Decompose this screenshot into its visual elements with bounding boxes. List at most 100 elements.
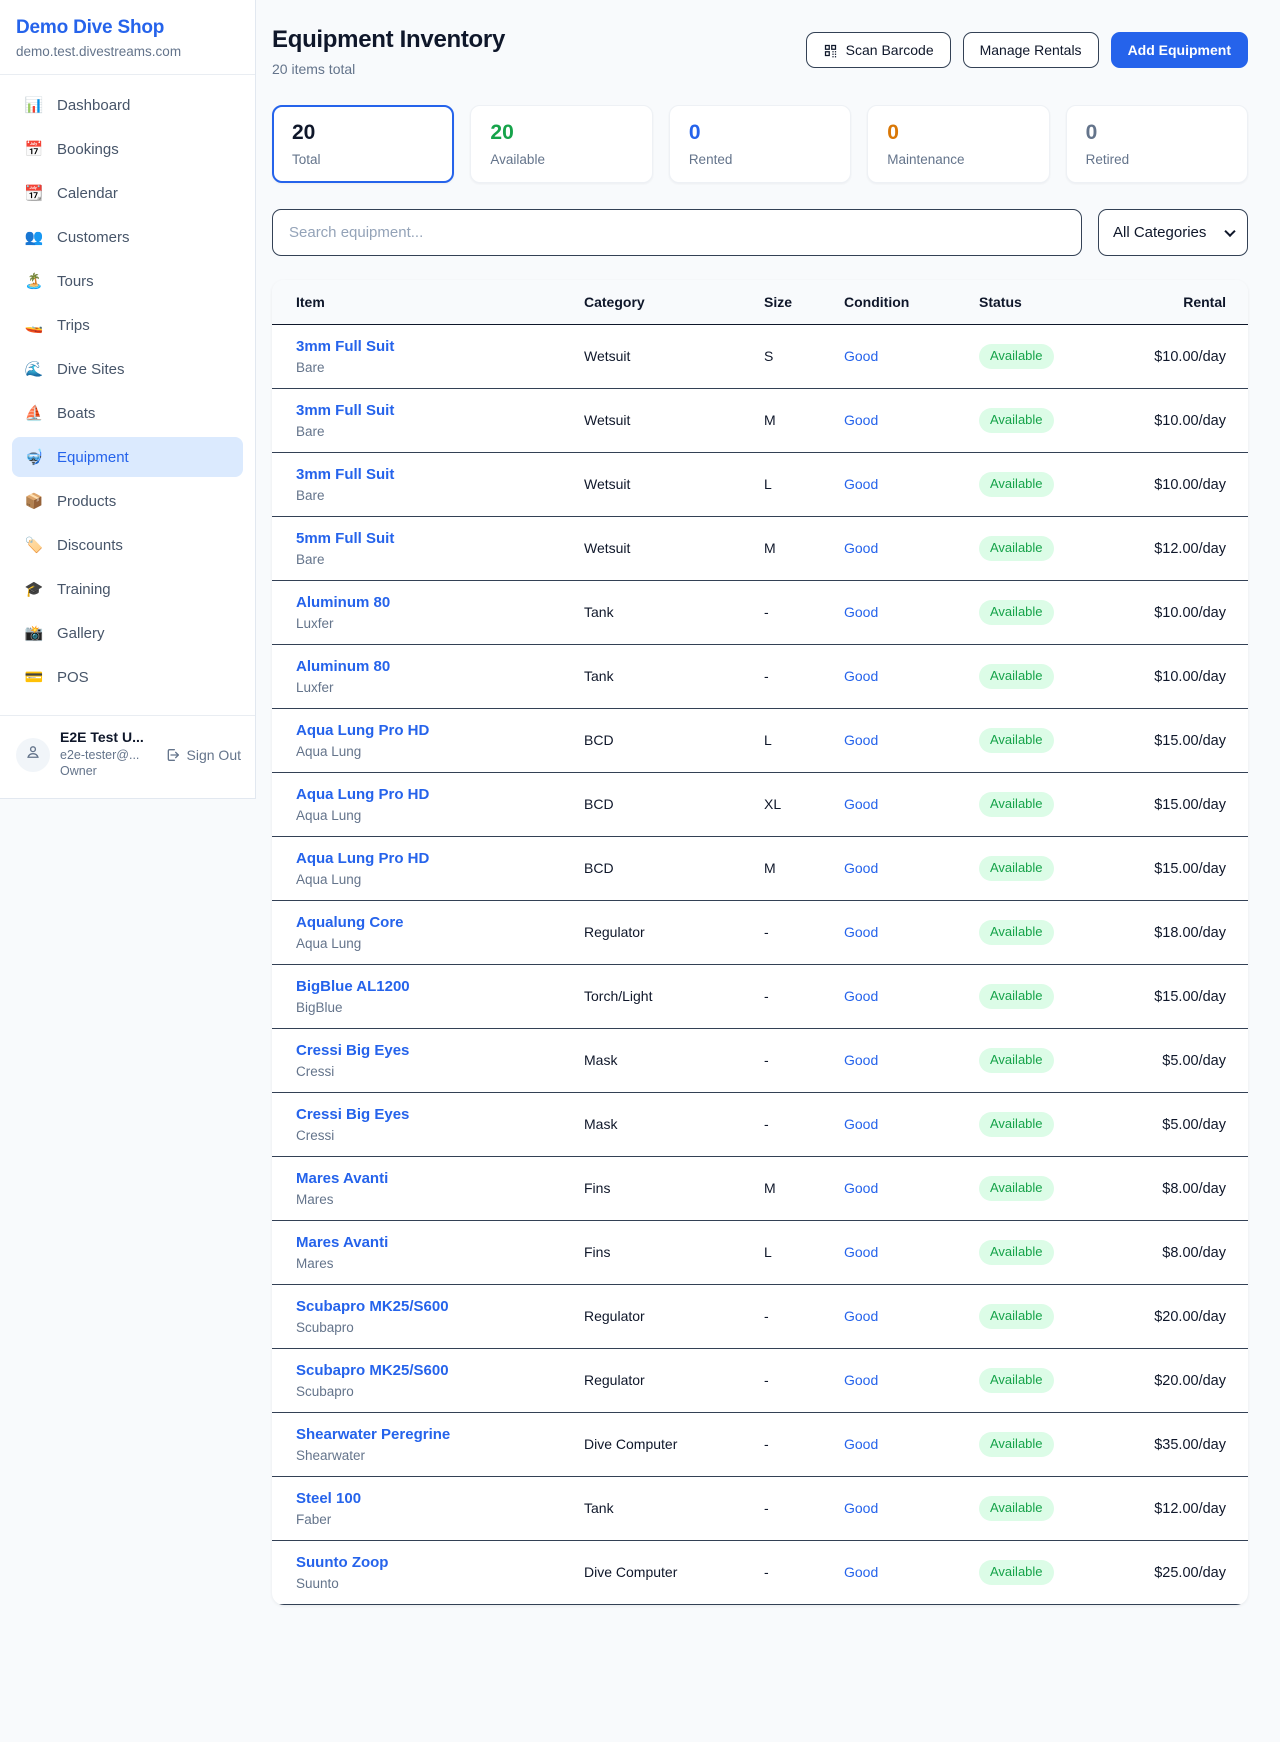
equipment-table: ItemCategorySizeConditionStatusRental 3m… [272, 280, 1248, 1605]
item-name-link[interactable]: Aqua Lung Pro HD [296, 786, 560, 804]
condition-link[interactable]: Good [844, 860, 878, 876]
item-brand: Aqua Lung [296, 808, 560, 823]
condition-link[interactable]: Good [844, 1052, 878, 1068]
sidebar-item-training[interactable]: 🎓Training [12, 569, 243, 609]
rental-price: $10.00/day [1154, 605, 1226, 621]
item-name-link[interactable]: Cressi Big Eyes [296, 1106, 560, 1124]
condition-link[interactable]: Good [844, 796, 878, 812]
stat-card-retired[interactable]: 0Retired [1066, 105, 1248, 183]
sidebar-item-dashboard[interactable]: 📊Dashboard [12, 85, 243, 125]
item-name-link[interactable]: 3mm Full Suit [296, 338, 560, 356]
item-name-link[interactable]: Suunto Zoop [296, 1554, 560, 1572]
cell-rental: $20.00/day [1122, 1285, 1248, 1349]
cell-condition: Good [832, 1285, 967, 1349]
cell-category: Regulator [572, 1349, 752, 1413]
add-equipment-button[interactable]: Add Equipment [1111, 32, 1248, 68]
stat-card-available[interactable]: 20Available [470, 105, 652, 183]
item-name-link[interactable]: Shearwater Peregrine [296, 1426, 560, 1444]
sidebar-item-trips[interactable]: 🚤Trips [12, 305, 243, 345]
condition-link[interactable]: Good [844, 732, 878, 748]
item-name-link[interactable]: Steel 100 [296, 1490, 560, 1508]
item-name-link[interactable]: Aluminum 80 [296, 658, 560, 676]
stat-card-maintenance[interactable]: 0Maintenance [867, 105, 1049, 183]
condition-link[interactable]: Good [844, 1308, 878, 1324]
item-name-link[interactable]: Aqua Lung Pro HD [296, 850, 560, 868]
cell-size: - [752, 1029, 832, 1093]
sidebar-item-label: Bookings [57, 141, 119, 158]
sidebar-item-pos[interactable]: 💳POS [12, 657, 243, 697]
sidebar-item-calendar[interactable]: 📆Calendar [12, 173, 243, 213]
sidebar-item-products[interactable]: 📦Products [12, 481, 243, 521]
condition-link[interactable]: Good [844, 348, 878, 364]
sidebar-item-customers[interactable]: 👥Customers [12, 217, 243, 257]
condition-link[interactable]: Good [844, 540, 878, 556]
sidebar-item-gallery[interactable]: 📸Gallery [12, 613, 243, 653]
cell-rental: $12.00/day [1122, 517, 1248, 581]
condition-link[interactable]: Good [844, 1372, 878, 1388]
cell-item: Cressi Big Eyes Cressi [272, 1093, 572, 1157]
item-brand: Shearwater [296, 1448, 560, 1463]
sign-out-button[interactable]: Sign Out [165, 747, 241, 763]
cell-size: - [752, 1285, 832, 1349]
cell-size: - [752, 1349, 832, 1413]
table-row: Suunto ZoopSuuntoDive Computer-GoodAvail… [272, 1541, 1248, 1605]
brand-link[interactable]: Demo Dive Shop [16, 17, 239, 39]
cell-item: Aqua Lung Pro HD Aqua Lung [272, 773, 572, 837]
sidebar-item-label: Customers [57, 229, 130, 246]
stat-card-rented[interactable]: 0Rented [669, 105, 851, 183]
sidebar-item-label: POS [57, 669, 89, 686]
user-role: Owner [60, 763, 155, 780]
table-row: Aqua Lung Pro HDAqua LungBCDMGoodAvailab… [272, 837, 1248, 901]
stat-label-maintenance: Maintenance [887, 152, 1029, 167]
condition-link[interactable]: Good [844, 1500, 878, 1516]
item-name-link[interactable]: Scubapro MK25/S600 [296, 1298, 560, 1316]
category-text: Tank [584, 1500, 614, 1516]
rental-price: $10.00/day [1154, 477, 1226, 493]
item-name-link[interactable]: Cressi Big Eyes [296, 1042, 560, 1060]
manage-rentals-button[interactable]: Manage Rentals [963, 32, 1099, 68]
condition-link[interactable]: Good [844, 412, 878, 428]
item-brand: Scubapro [296, 1320, 560, 1335]
item-name-link[interactable]: 3mm Full Suit [296, 402, 560, 420]
condition-link[interactable]: Good [844, 1244, 878, 1260]
condition-link[interactable]: Good [844, 1180, 878, 1196]
cell-status: Available [967, 517, 1122, 581]
cell-size: - [752, 965, 832, 1029]
item-name-link[interactable]: Mares Avanti [296, 1234, 560, 1252]
sidebar-item-tours[interactable]: 🏝️Tours [12, 261, 243, 301]
sidebar-item-equipment[interactable]: 🤿Equipment [12, 437, 243, 477]
item-name-link[interactable]: 3mm Full Suit [296, 466, 560, 484]
cell-category: Wetsuit [572, 453, 752, 517]
condition-link[interactable]: Good [844, 604, 878, 620]
item-brand: BigBlue [296, 1000, 560, 1015]
sidebar-item-label: Calendar [57, 185, 118, 202]
item-name-link[interactable]: Mares Avanti [296, 1170, 560, 1188]
condition-link[interactable]: Good [844, 924, 878, 940]
sidebar-item-boats[interactable]: ⛵Boats [12, 393, 243, 433]
search-input[interactable] [272, 209, 1082, 256]
item-name-link[interactable]: BigBlue AL1200 [296, 978, 560, 996]
item-name-link[interactable]: Scubapro MK25/S600 [296, 1362, 560, 1380]
item-name-link[interactable]: Aluminum 80 [296, 594, 560, 612]
sidebar-item-bookings[interactable]: 📅Bookings [12, 129, 243, 169]
item-name-link[interactable]: Aqua Lung Pro HD [296, 722, 560, 740]
sidebar-item-discounts[interactable]: 🏷️Discounts [12, 525, 243, 565]
condition-link[interactable]: Good [844, 1436, 878, 1452]
condition-link[interactable]: Good [844, 1564, 878, 1580]
boat-icon: 🚤 [24, 316, 44, 334]
item-brand: Cressi [296, 1128, 560, 1143]
category-text: Mask [584, 1116, 617, 1132]
item-name-link[interactable]: 5mm Full Suit [296, 530, 560, 548]
category-select[interactable]: All Categories [1098, 209, 1248, 256]
scan-barcode-button[interactable]: Scan Barcode [806, 32, 951, 68]
item-brand: Bare [296, 488, 560, 503]
sidebar: Demo Dive Shop demo.test.divestreams.com… [0, 0, 256, 799]
sidebar-item-dive-sites[interactable]: 🌊Dive Sites [12, 349, 243, 389]
condition-link[interactable]: Good [844, 988, 878, 1004]
condition-link[interactable]: Good [844, 476, 878, 492]
stat-card-total[interactable]: 20Total [272, 105, 454, 183]
condition-link[interactable]: Good [844, 1116, 878, 1132]
cell-rental: $8.00/day [1122, 1221, 1248, 1285]
condition-link[interactable]: Good [844, 668, 878, 684]
item-name-link[interactable]: Aqualung Core [296, 914, 560, 932]
